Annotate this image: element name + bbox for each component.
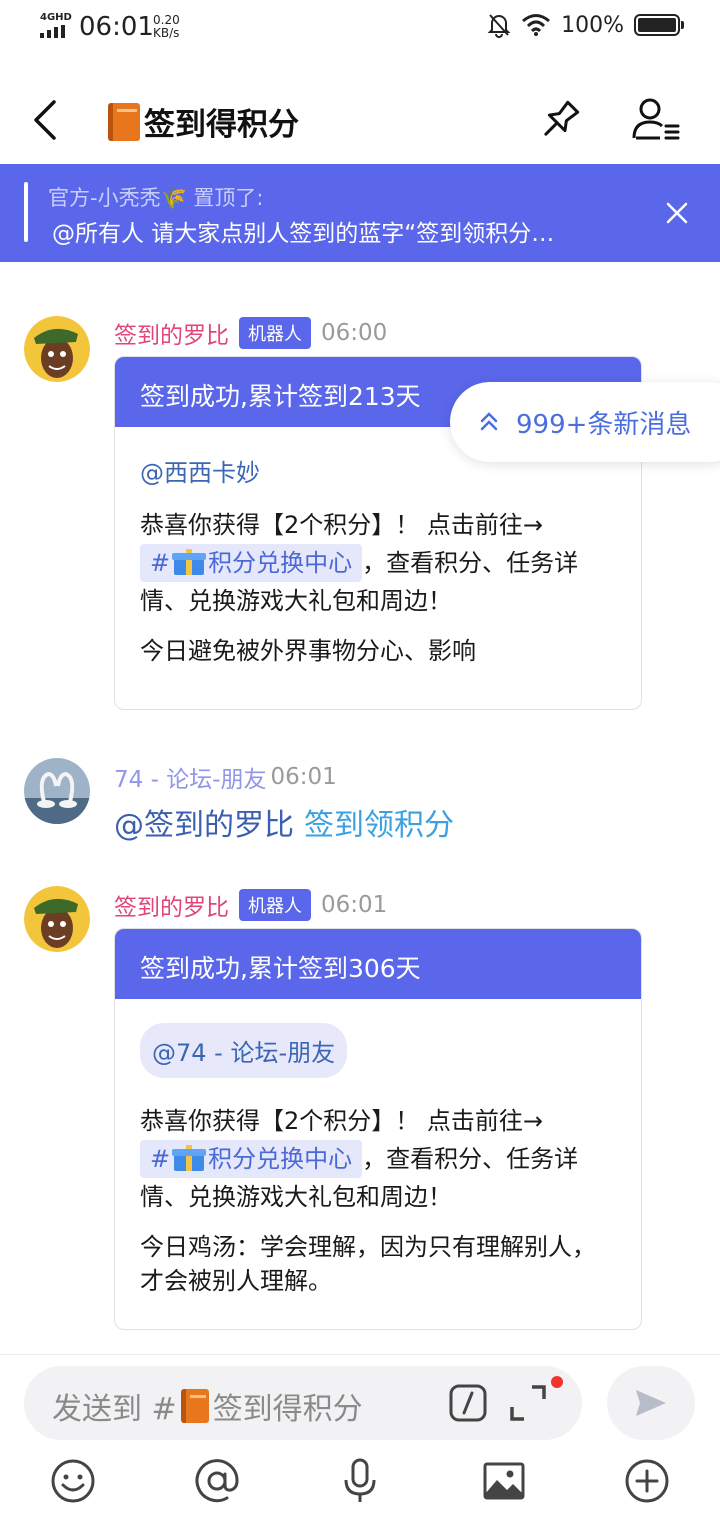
send-button[interactable] — [607, 1366, 695, 1440]
avatar[interactable] — [24, 886, 90, 952]
members-button[interactable] — [630, 96, 682, 144]
mute-bell-icon — [487, 14, 511, 38]
slash-command-button[interactable] — [448, 1383, 488, 1423]
wifi-icon — [522, 14, 551, 36]
card-extra-text: 今日鸡汤：学会理解，因为只有理解别人，才会被别人理解。 — [140, 1233, 596, 1295]
input-toolbar — [0, 1448, 720, 1520]
status-time: 06:01 — [79, 12, 154, 42]
avatar[interactable] — [24, 758, 90, 824]
message-time: 06:01 — [321, 892, 388, 918]
expand-icon[interactable] — [508, 1383, 548, 1423]
message-time: 06:01 — [270, 764, 337, 790]
card-body-text: 恭喜你获得【2个积分】！ 点击前往→ # 积分兑换中心 ，查看积分、任务详情、兑换游… — [140, 511, 579, 615]
pinned-text: @所有人 请大家点别人签到的蓝字“签到领积分… — [52, 221, 555, 247]
signal-icon — [40, 25, 70, 38]
bot-badge: 机器人 — [239, 889, 311, 921]
gift-icon — [172, 545, 207, 575]
message-composer[interactable]: 发送到 # 签到得积分 — [24, 1366, 582, 1440]
new-messages-button[interactable]: 999+条新消息 — [450, 382, 720, 462]
pin-button[interactable] — [536, 96, 584, 144]
bot-badge: 机器人 — [239, 317, 311, 349]
mention-link[interactable]: @签到的罗比 — [114, 808, 294, 843]
notification-dot — [551, 1376, 563, 1388]
send-icon — [636, 1390, 666, 1416]
card-extra-text: 今日避免被外界事物分心、影响 — [140, 637, 476, 665]
network-type: 4GHD — [40, 12, 72, 23]
pinned-message-banner[interactable]: 官方-小秃秃🌾 置顶了: @所有人 请大家点别人签到的蓝字“签到领积分… — [0, 164, 720, 262]
emoji-icon[interactable] — [48, 1456, 98, 1506]
command-link[interactable]: 签到领积分 — [304, 808, 454, 843]
channel-title: 签到得积分 — [108, 99, 299, 144]
message-input[interactable]: 发送到 # 签到得积分 — [52, 1384, 363, 1428]
pinned-accent-bar — [24, 182, 28, 242]
gift-icon — [172, 1141, 207, 1171]
message-time: 06:00 — [321, 320, 388, 346]
channel-link[interactable]: # 积分兑换中心 — [140, 544, 363, 582]
mic-icon[interactable] — [335, 1456, 385, 1506]
image-icon[interactable] — [479, 1456, 529, 1506]
card-body-text: 恭喜你获得【2个积分】！ 点击前往→ # 积分兑换中心 ，查看积分、任务详情、兑换游… — [140, 1107, 579, 1211]
book-icon — [108, 102, 140, 141]
avatar[interactable] — [24, 316, 90, 382]
chat-header: 签到得积分 — [0, 80, 720, 162]
at-icon[interactable] — [192, 1456, 242, 1506]
double-chevron-up-icon — [480, 412, 498, 431]
divider — [0, 1354, 720, 1355]
pinned-author: 官方-小秃秃🌾 置顶了: — [48, 186, 264, 210]
back-button[interactable] — [28, 98, 68, 142]
card-title: 签到成功,累计签到306天 — [115, 929, 641, 999]
channel-link[interactable]: # 积分兑换中心 — [140, 1140, 363, 1178]
book-icon — [180, 1389, 209, 1423]
status-bar: 4GHD 06:01 0.20 KB/s 100% — [0, 0, 720, 58]
network-speed: 0.20 KB/s — [153, 13, 180, 40]
new-messages-label: 999+条新消息 — [516, 409, 692, 440]
sender-name[interactable]: 签到的罗比 — [114, 888, 229, 922]
page-title: 签到得积分 — [144, 107, 299, 143]
battery-level: 100% — [561, 12, 624, 38]
sender-name[interactable]: 74 - 论坛-朋友 — [114, 760, 267, 794]
plus-icon[interactable] — [622, 1456, 672, 1506]
battery-icon — [634, 14, 684, 36]
mention-pill[interactable]: @74 - 论坛-朋友 — [140, 1023, 348, 1078]
text-message: @签到的罗比 签到领积分 — [114, 800, 454, 844]
close-icon[interactable] — [662, 198, 692, 228]
message-card: 签到成功,累计签到306天 @74 - 论坛-朋友 恭喜你获得【2个积分】！ 点… — [114, 928, 642, 1330]
sender-name[interactable]: 签到的罗比 — [114, 316, 229, 350]
